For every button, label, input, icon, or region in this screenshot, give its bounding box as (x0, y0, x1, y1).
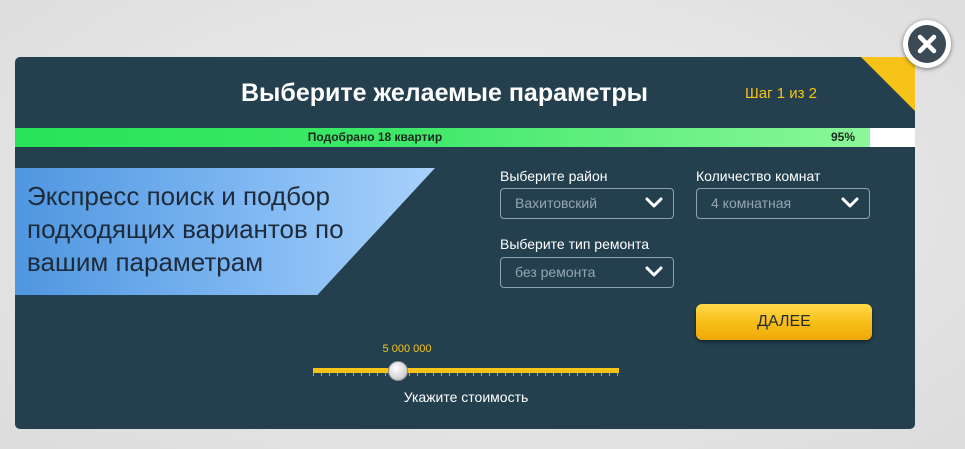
chevron-down-icon (645, 266, 663, 277)
price-value: 5 000 000 (382, 343, 432, 355)
progress-text: Подобрано 18 квартир (307, 130, 443, 144)
rooms-select[interactable]: 4 комнатная (696, 188, 870, 219)
district-select[interactable]: Вахитовский (500, 188, 674, 219)
chevron-down-icon (645, 197, 663, 208)
progress-bar: Подобрано 18 квартир 95% (15, 128, 915, 147)
chevron-down-icon (841, 197, 859, 208)
close-icon (908, 25, 946, 63)
step-indicator: Шаг 1 из 2 (745, 85, 818, 102)
repair-value: без ремонта (515, 264, 596, 280)
price-slider-ticks (313, 373, 619, 376)
banner-text: Экспресс поиск и подбор подходящих вариа… (27, 181, 344, 277)
price-slider-handle[interactable] (388, 361, 408, 381)
rooms-label: Количество комнат (696, 168, 821, 184)
corner-accent (861, 57, 915, 111)
repair-select[interactable]: без ремонта (500, 257, 674, 288)
district-label: Выберите район (500, 168, 608, 184)
next-button[interactable]: ДАЛЕЕ (696, 304, 872, 340)
progress-percent: 95% (831, 130, 856, 144)
repair-label: Выберите тип ремонта (500, 236, 650, 252)
modal: Выберите желаемые параметры Шаг 1 из 2 П… (15, 57, 915, 429)
rooms-value: 4 комнатная (711, 195, 792, 211)
promo-banner: Экспресс поиск и подбор подходящих вариа… (15, 168, 435, 295)
district-value: Вахитовский (515, 195, 598, 211)
page-title: Выберите желаемые параметры (241, 79, 648, 107)
close-button[interactable] (903, 20, 951, 68)
price-caption: Укажите стоимость (403, 389, 529, 405)
